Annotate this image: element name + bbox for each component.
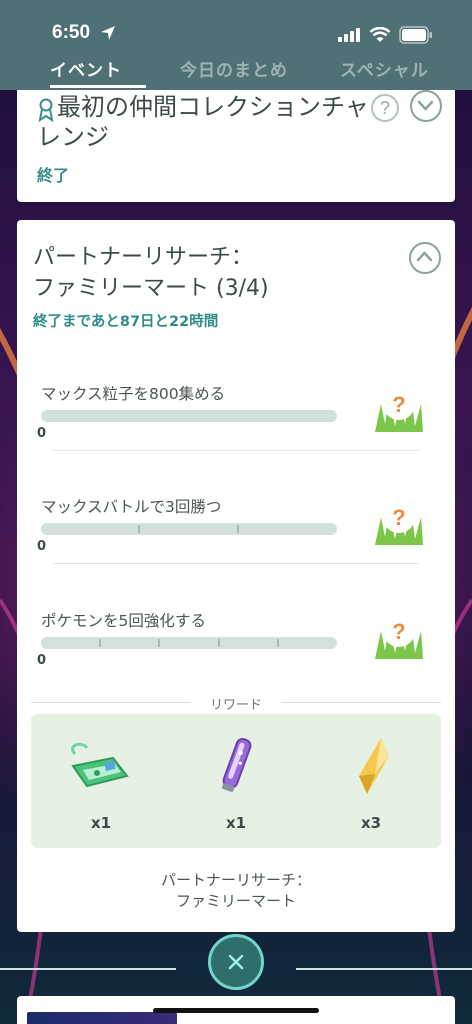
- task-progress-value: 0: [37, 539, 47, 554]
- time-remaining: 終了まであと87日と22時間: [33, 314, 219, 330]
- reward-item: x1: [33, 714, 169, 848]
- research-card-partner-familymart: パートナーリサーチ： ファミリーマート (3/4) 終了まであと87日と22時間…: [17, 220, 455, 932]
- task-label: ポケモンを5回強化する: [41, 612, 206, 630]
- close-divider-left: [0, 968, 176, 970]
- task-row: マックスバトルで3回勝つ 0 ?: [37, 495, 441, 585]
- svg-text:?: ?: [392, 505, 405, 530]
- cellular-signal-icon: [338, 28, 360, 42]
- status-time: 6:50: [52, 22, 91, 43]
- ticket-icon: [71, 742, 129, 788]
- battery-icon: [399, 26, 432, 44]
- crystal-shard-icon: [359, 738, 389, 794]
- mystery-reward-icon: ?: [375, 615, 423, 659]
- divider: [53, 450, 419, 451]
- collapse-toggle-button[interactable]: [410, 90, 442, 122]
- reward-item: x1: [168, 714, 304, 848]
- tab-bar: イベント 今日のまとめ スペシャル: [0, 54, 472, 90]
- home-indicator[interactable]: [153, 1008, 319, 1013]
- mystery-reward-icon: ?: [375, 501, 423, 545]
- location-arrow-icon: [101, 26, 115, 40]
- chevron-up-icon: [416, 251, 433, 262]
- task-progress-value: 0: [37, 426, 47, 441]
- collapse-toggle-button[interactable]: [409, 242, 441, 274]
- card-title: パートナーリサーチ： ファミリーマート (3/4): [33, 245, 269, 301]
- task-progress-bar: [41, 410, 337, 422]
- reward-quantity: x1: [225, 814, 247, 832]
- tab-event[interactable]: イベント: [50, 56, 122, 81]
- task-row: マックス粒子を800集める 0 ?: [37, 382, 441, 472]
- max-particle-stick-icon: [222, 737, 252, 792]
- svg-text:?: ?: [392, 392, 405, 417]
- close-divider-right: [296, 968, 472, 970]
- mystery-reward-icon: ?: [375, 388, 423, 432]
- active-tab-indicator: [50, 85, 146, 88]
- task-progress-bar: [41, 523, 337, 535]
- card-title: 最初の仲間コレクションチャレンジ: [37, 93, 369, 151]
- divider: [53, 563, 419, 564]
- task-label: マックス粒子を800集める: [41, 385, 226, 403]
- card-status: 終了: [37, 166, 70, 185]
- close-icon: [228, 954, 244, 970]
- reward-quantity: x3: [360, 814, 382, 832]
- card-footer: パートナーリサーチ： ファミリーマート: [160, 871, 311, 910]
- research-card-collection-challenge: 最初の仲間コレクションチャレンジ ? 終了: [17, 90, 455, 202]
- reward-item: x3: [303, 714, 439, 848]
- tab-today-summary[interactable]: 今日のまとめ: [180, 56, 288, 81]
- top-bar: 6:50 イベント 今日のまとめ スペシャル: [0, 0, 472, 90]
- card-thumbnail: [27, 1012, 177, 1024]
- task-progress-bar: [41, 637, 337, 649]
- help-icon[interactable]: ?: [371, 94, 399, 122]
- task-row: ポケモンを5回強化する 0 ?: [37, 609, 441, 699]
- wifi-icon: [369, 27, 391, 42]
- rewards-header: リワード: [31, 692, 441, 713]
- task-label: マックスバトルで3回勝つ: [41, 498, 222, 516]
- rewards-label: リワード: [209, 698, 262, 713]
- tab-special[interactable]: スペシャル: [340, 56, 429, 81]
- task-progress-value: 0: [37, 653, 47, 668]
- svg-text:?: ?: [392, 619, 405, 644]
- chevron-down-icon: [417, 100, 434, 111]
- close-button[interactable]: [208, 934, 264, 990]
- reward-quantity: x1: [90, 814, 112, 832]
- rewards-panel: x1 x1 x3: [31, 714, 441, 848]
